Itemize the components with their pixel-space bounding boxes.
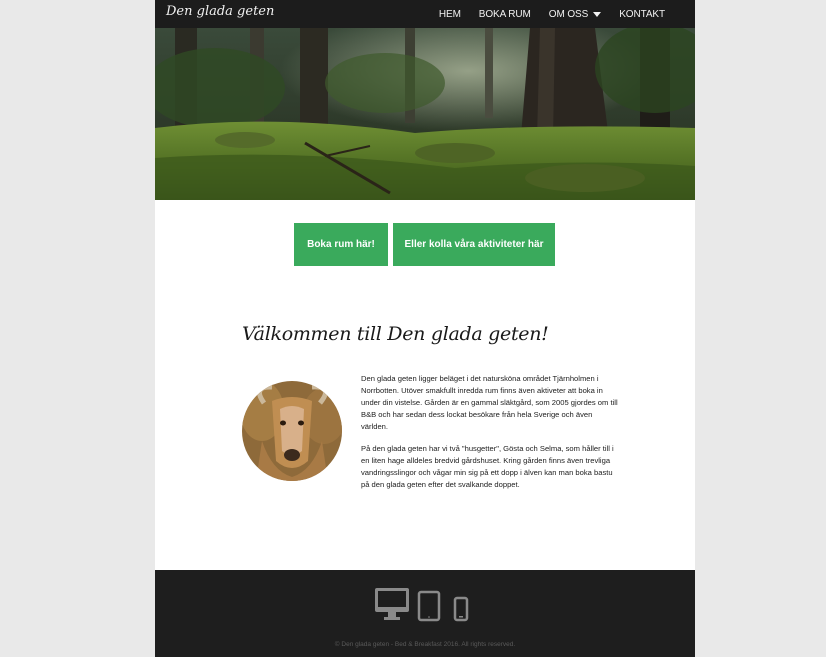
activities-button[interactable]: Eller kolla våra aktiviteter här <box>393 223 555 266</box>
navbar: Den glada geten HEM BOKA RUM OM OSS KONT… <box>155 0 695 28</box>
nav-menu: HEM BOKA RUM OM OSS KONTAKT <box>421 0 665 28</box>
welcome-heading: Välkommen till Den glada geten! <box>242 323 549 345</box>
nav-item-label: HEM <box>438 8 461 20</box>
caret-down-icon <box>593 11 602 17</box>
device-icons <box>375 586 475 626</box>
nav-item-label: BOKA RUM <box>478 8 531 20</box>
copyright-text: © Den glada geten - Bed & Breakfast 2016… <box>334 641 516 648</box>
goat-avatar <box>242 381 342 481</box>
tablet-icon <box>417 590 441 622</box>
welcome-paragraph: På den glada geten har vi två "husgetter… <box>361 444 614 489</box>
phone-icon <box>453 596 469 622</box>
page: Den glada geten HEM BOKA RUM OM OSS KONT… <box>155 0 695 657</box>
welcome-text: Den glada geten ligger beläget i det nat… <box>361 373 619 501</box>
desktop-icon <box>375 588 409 620</box>
footer: © Den glada geten - Bed & Breakfast 2016… <box>155 570 695 657</box>
nav-item-label: KONTAKT <box>619 8 665 20</box>
brand-logo[interactable]: Den glada geten <box>166 4 274 19</box>
welcome-paragraph: Den glada geten ligger beläget i det nat… <box>361 374 618 431</box>
nav-item-label: OM OSS <box>548 8 589 20</box>
book-room-button[interactable]: Boka rum här! <box>294 223 388 266</box>
nav-item-hem[interactable]: HEM <box>439 9 461 20</box>
nav-item-boka-rum[interactable]: BOKA RUM <box>479 9 531 20</box>
nav-item-kontakt[interactable]: KONTAKT <box>619 9 665 20</box>
nav-item-om-oss[interactable]: OM OSS <box>548 8 602 20</box>
hero-forest-image <box>155 28 695 200</box>
